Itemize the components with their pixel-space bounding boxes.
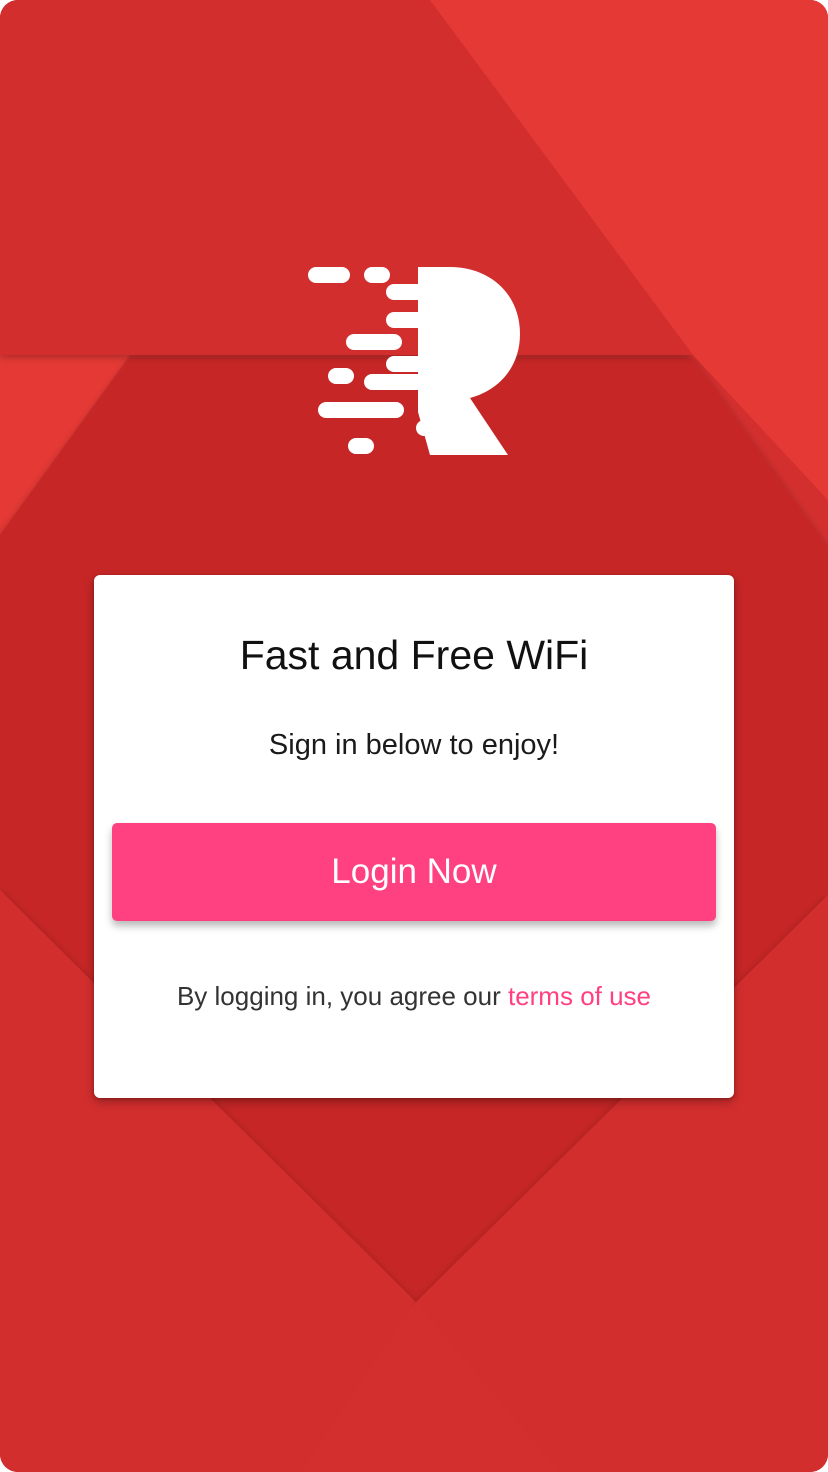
terms-prefix: By logging in, you agree our — [176, 981, 508, 1011]
login-screen: Fast and Free WiFi Sign in below to enjo… — [0, 0, 828, 1472]
card-subtitle: Sign in below to enjoy! — [268, 729, 560, 761]
login-now-button[interactable]: Login Now — [112, 823, 716, 921]
login-card: Fast and Free WiFi Sign in below to enjo… — [94, 575, 734, 1098]
r-speed-logo-icon — [308, 267, 520, 455]
terms-of-use-link[interactable]: terms of use — [508, 981, 651, 1011]
terms-notice: By logging in, you agree our terms of us… — [94, 978, 734, 1014]
card-title: Fast and Free WiFi — [239, 632, 589, 678]
